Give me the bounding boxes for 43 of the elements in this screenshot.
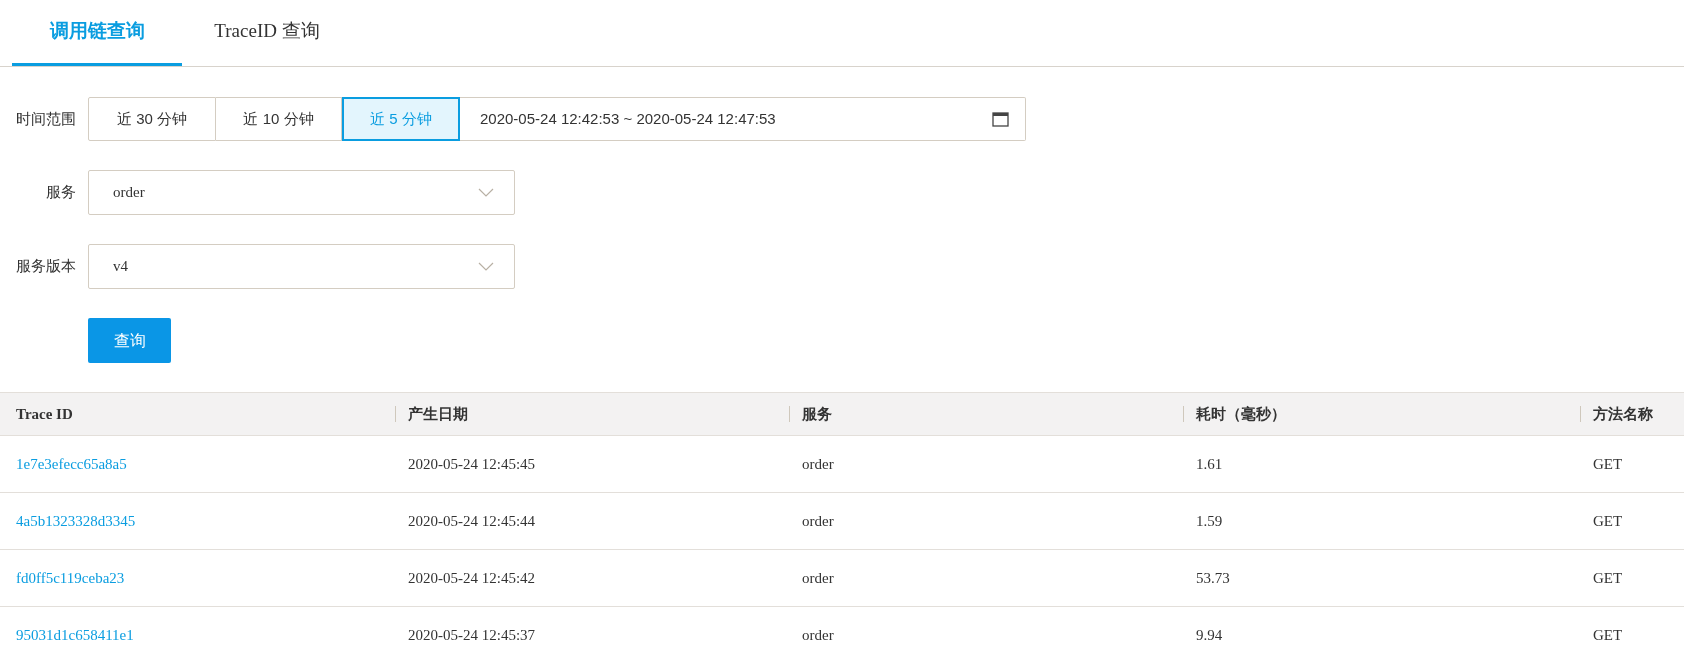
table-cell: 2020-05-24 12:45:42 <box>408 570 536 586</box>
table-cell: order <box>802 513 834 529</box>
table-cell: 9.94 <box>1196 627 1223 643</box>
chevron-down-icon <box>478 188 494 197</box>
column-header: Trace ID <box>15 404 73 424</box>
select-value: v4 <box>113 257 128 277</box>
select-value: order <box>113 183 145 203</box>
field-label: 服务 <box>45 183 77 203</box>
tab[interactable]: 调用链查询 <box>12 0 182 66</box>
trace-id-link[interactable]: 95031d1c658411e1 <box>16 627 134 643</box>
trace-id-link[interactable]: 1e7e3efecc65a8a5 <box>16 456 127 472</box>
table-cell: order <box>802 627 834 643</box>
service-select[interactable]: order <box>88 170 515 215</box>
query-button[interactable]: 查询 <box>88 318 171 363</box>
table-cell: GET <box>1593 513 1623 529</box>
date-range-field[interactable]: 2020-05-24 12:42:53 ~ 2020-05-24 12:47:53 <box>460 97 1026 141</box>
field-label: 服务版本 <box>15 257 77 277</box>
tab[interactable]: TraceID 查询 <box>182 0 352 66</box>
chevron-down-icon <box>478 262 494 271</box>
field-label: 时间范围 <box>15 109 77 129</box>
time-preset-button[interactable]: 近 10 分钟 <box>216 97 342 141</box>
time-preset-button[interactable]: 近 5 分钟 <box>342 97 460 141</box>
table-cell: GET <box>1593 627 1623 643</box>
version-select[interactable]: v4 <box>88 244 515 289</box>
table-cell: 1.61 <box>1196 456 1223 472</box>
table-cell: 2020-05-24 12:45:45 <box>408 456 536 472</box>
table-cell: order <box>802 456 834 472</box>
table-cell: 53.73 <box>1196 570 1230 586</box>
column-header: 方法名称 <box>1593 404 1653 424</box>
table-cell: 1.59 <box>1196 513 1223 529</box>
time-preset-button[interactable]: 近 30 分钟 <box>88 97 216 141</box>
trace-id-link[interactable]: fd0ff5c119ceba23 <box>16 570 125 586</box>
trace-id-link[interactable]: 4a5b1323328d3345 <box>16 513 136 529</box>
table-cell: GET <box>1593 456 1623 472</box>
table-cell: order <box>802 570 834 586</box>
table-cell: GET <box>1593 570 1623 586</box>
table-cell: 2020-05-24 12:45:44 <box>408 513 536 529</box>
date-range-value: 2020-05-24 12:42:53 ~ 2020-05-24 12:47:53 <box>480 108 776 129</box>
column-header: 耗时（毫秒） <box>1196 404 1286 424</box>
table-cell: 2020-05-24 12:45:37 <box>408 627 536 643</box>
calendar-icon <box>992 111 1009 127</box>
column-header: 产生日期 <box>408 404 468 424</box>
column-header: 服务 <box>802 404 832 424</box>
